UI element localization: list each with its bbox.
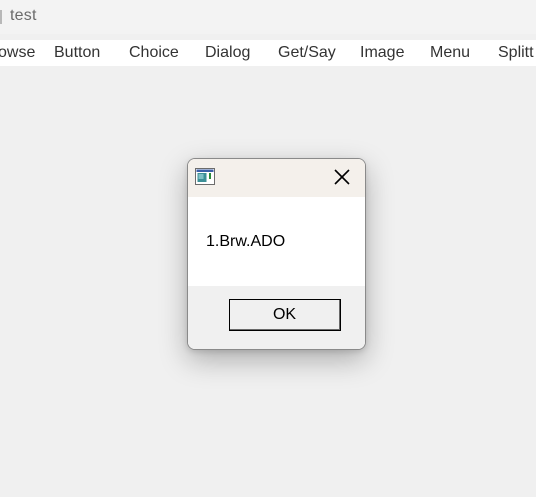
menu-item-button[interactable]: Button xyxy=(54,44,100,62)
menu-item-splitter[interactable]: Splitt xyxy=(498,44,534,62)
menu-item-browse[interactable]: owse xyxy=(0,44,35,62)
dialog-footer: OK xyxy=(188,286,365,349)
dialog-message: 1.Brw.ADO xyxy=(206,233,286,250)
menu-bar: owse Button Choice Dialog Get/Say Image … xyxy=(0,40,536,66)
ok-button[interactable]: OK xyxy=(229,299,341,331)
app-window-icon xyxy=(195,168,215,185)
window-titlebar: test xyxy=(0,0,536,34)
message-dialog: 1.Brw.ADO OK xyxy=(187,158,366,350)
window-title: test xyxy=(10,7,37,24)
menu-item-get-say[interactable]: Get/Say xyxy=(278,44,336,62)
dialog-titlebar xyxy=(188,159,365,197)
close-icon xyxy=(334,169,350,185)
menu-item-image[interactable]: Image xyxy=(360,44,404,62)
menu-item-choice[interactable]: Choice xyxy=(129,44,179,62)
menu-item-dialog[interactable]: Dialog xyxy=(205,44,250,62)
window-edge xyxy=(0,10,2,24)
dialog-body: 1.Brw.ADO xyxy=(188,197,365,286)
menu-item-menu[interactable]: Menu xyxy=(430,44,470,62)
close-button[interactable] xyxy=(319,159,365,195)
